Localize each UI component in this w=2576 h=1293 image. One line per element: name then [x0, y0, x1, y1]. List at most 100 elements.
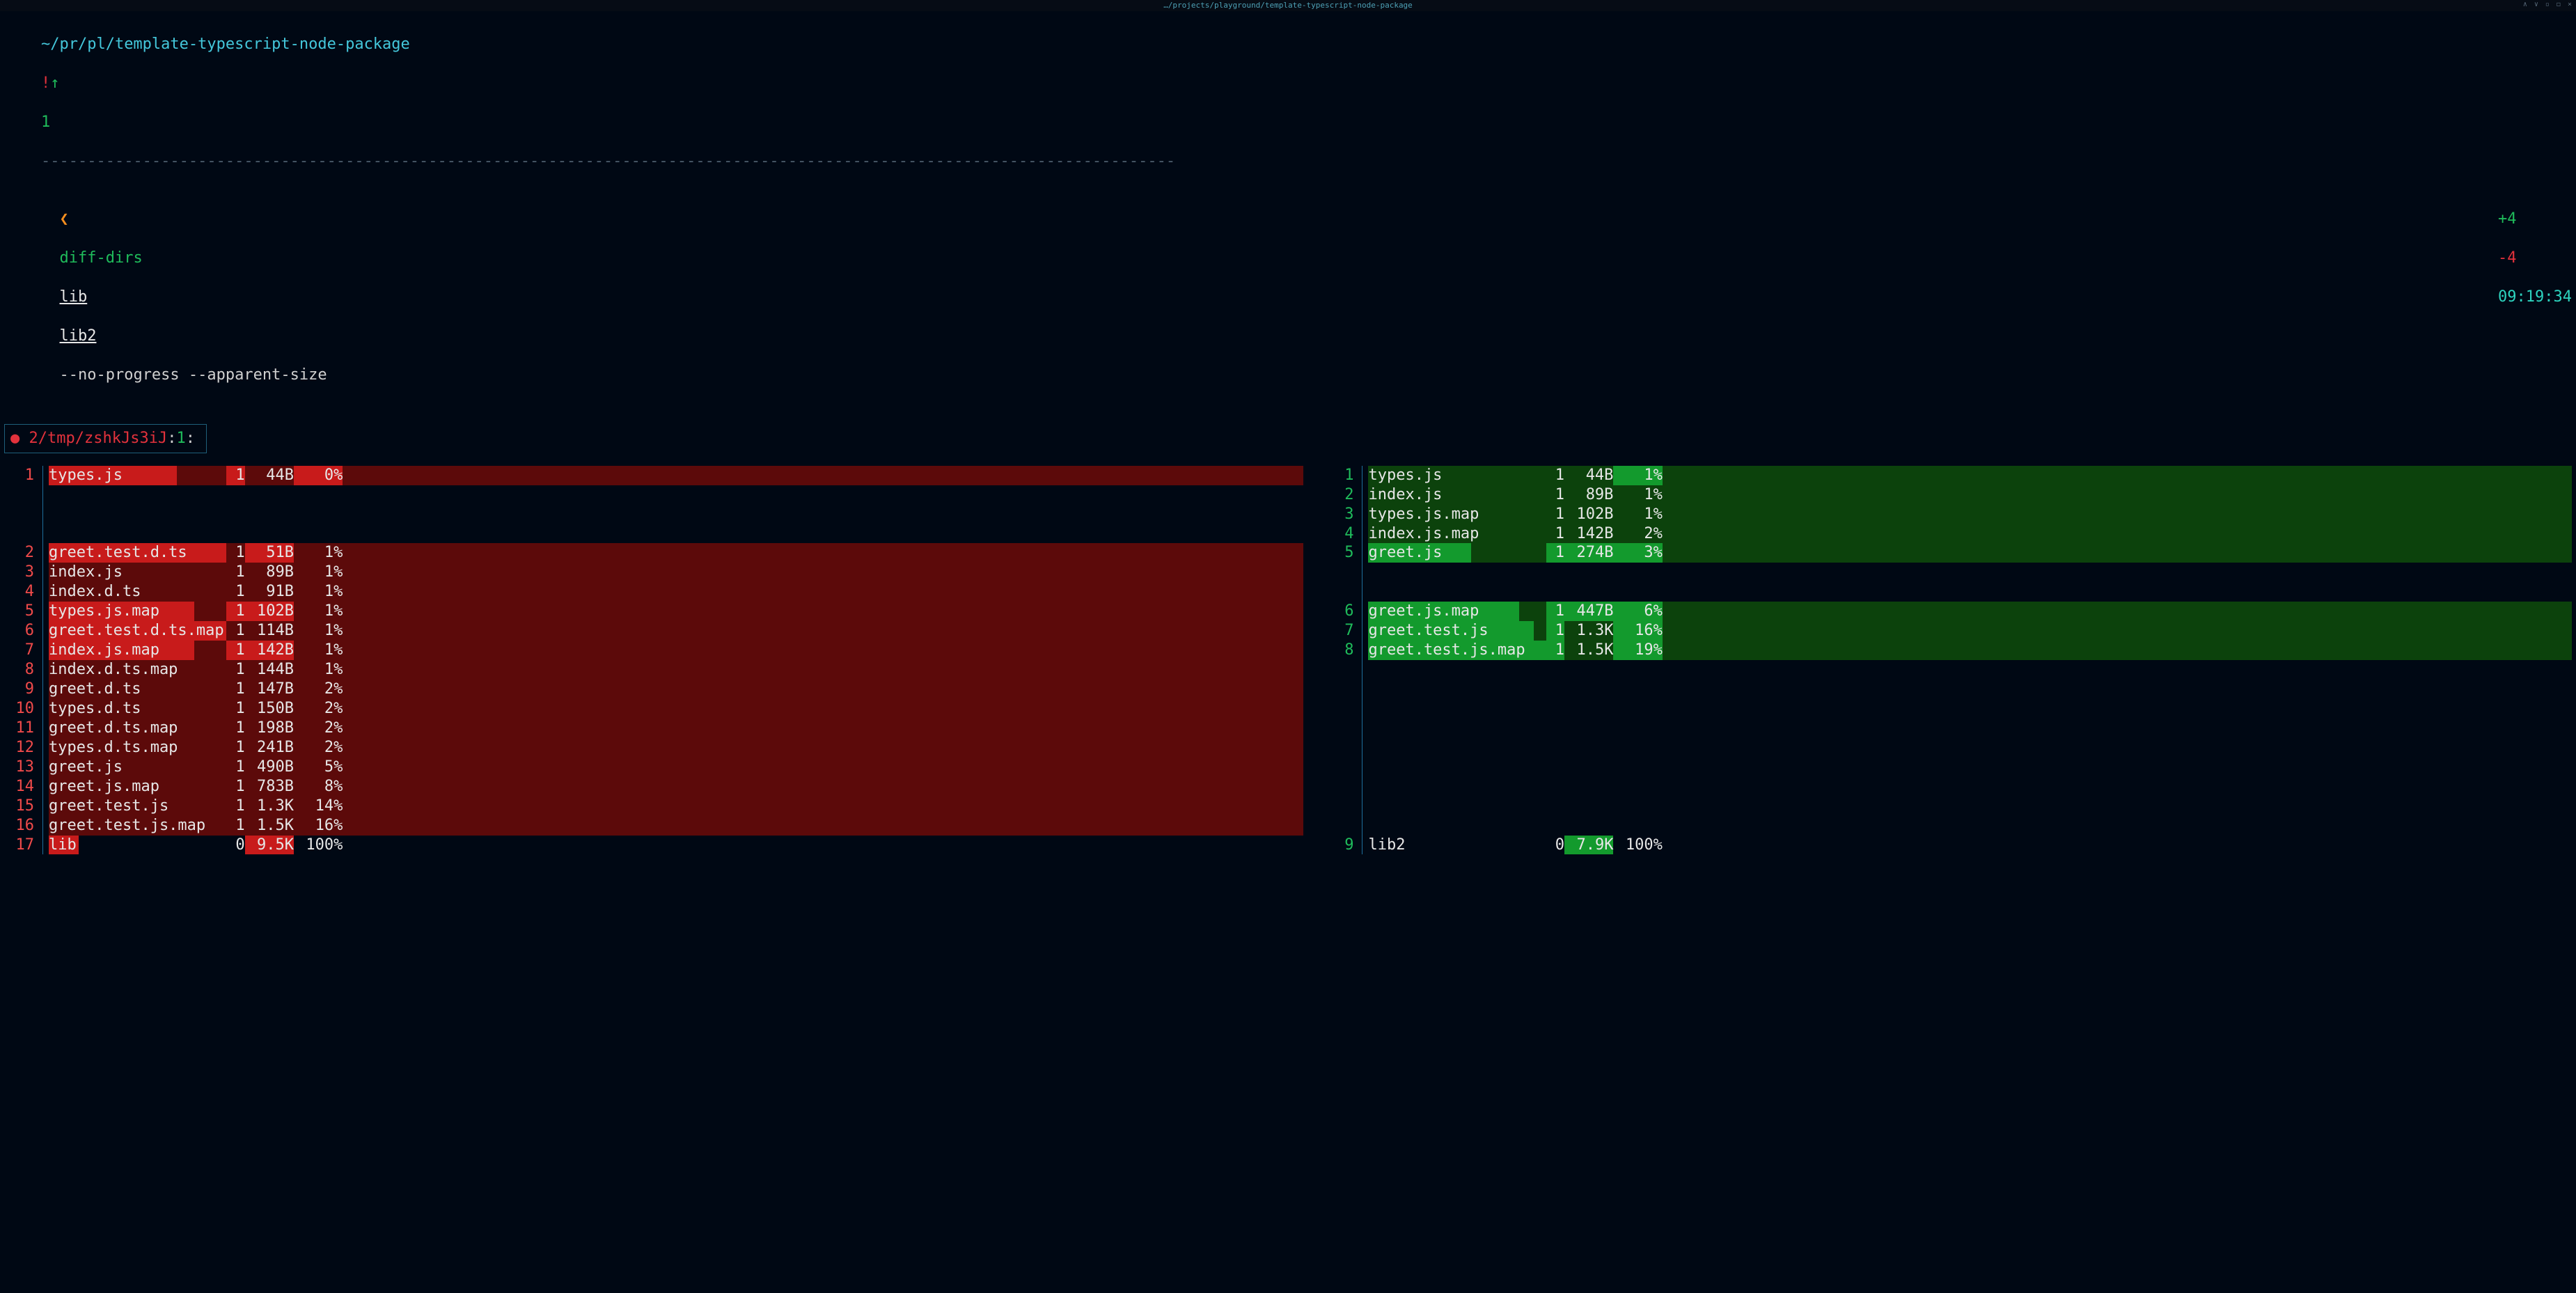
line-number: 16: [4, 816, 34, 836]
file-percent: 1%: [1613, 485, 1662, 505]
file-row[interactable]: index.js.map1 142B 1%: [49, 641, 1303, 660]
file-size: 91B: [245, 582, 294, 602]
diff-pane-right[interactable]: 123456789 types.js1 44B 1%index.js1 89B …: [1324, 466, 2572, 855]
file-count: 1: [226, 816, 244, 836]
file-count: 1: [1546, 641, 1564, 660]
line-number: 4: [1324, 524, 1353, 544]
diff-panes: 1234567891011121314151617 types.js1 44B …: [4, 466, 2572, 855]
file-row[interactable]: types.js.map1 102B 1%: [49, 602, 1303, 621]
blank-row: [1368, 777, 2572, 797]
line-number: 12: [4, 738, 34, 758]
blank-row: [1368, 680, 2572, 699]
file-percent: 0%: [294, 466, 343, 485]
file-size: 102B: [1564, 505, 1613, 524]
file-row[interactable]: lib0 9.5K 100%: [49, 836, 1303, 855]
status-count: 2: [29, 430, 38, 447]
file-percent: 2%: [294, 699, 343, 719]
status-line-no: 1: [176, 430, 185, 447]
file-percent: 16%: [294, 816, 343, 836]
file-count: 1: [226, 563, 244, 582]
file-count: 1: [1546, 485, 1564, 505]
file-name: greet.js: [1368, 544, 1442, 561]
line-number: 4: [4, 582, 34, 602]
file-percent: 1%: [1613, 466, 1662, 485]
file-row[interactable]: greet.test.js1 1.3K 14%: [49, 797, 1303, 816]
git-dirty-icon: !: [41, 75, 50, 92]
line-number: [1324, 797, 1353, 816]
line-number: [1324, 816, 1353, 836]
file-count: 1: [1546, 505, 1564, 524]
file-name: index.js.map: [1368, 525, 1479, 542]
line-number: [1324, 699, 1353, 719]
command-name: diff-dirs: [59, 249, 142, 267]
file-row[interactable]: greet.test.d.ts1 51B 1%: [49, 543, 1303, 563]
prompt-dashfill: ----------------------------------------…: [41, 152, 1175, 170]
file-name: lib2: [1368, 836, 1405, 854]
diff-plus: +4: [2498, 210, 2517, 228]
file-count: 1: [226, 777, 244, 797]
file-percent: 2%: [1613, 524, 1662, 544]
line-number: [4, 485, 34, 505]
file-row[interactable]: lib20 7.9K 100%: [1368, 836, 2572, 855]
line-number: 5: [1324, 543, 1353, 563]
file-row[interactable]: index.js1 89B 1%: [49, 563, 1303, 582]
file-row[interactable]: index.js1 89B 1%: [1368, 485, 2572, 505]
file-count: 1: [226, 602, 244, 621]
file-row[interactable]: index.d.ts1 91B 1%: [49, 582, 1303, 602]
file-row[interactable]: types.js.map 1 102B 1%: [1368, 505, 2572, 524]
file-count: 1: [226, 582, 244, 602]
file-name: index.js: [1368, 486, 1442, 503]
line-number: 1: [4, 466, 34, 485]
file-count: 1: [226, 797, 244, 816]
file-row[interactable]: greet.js.map1 447B 6%: [1368, 602, 2572, 621]
blank-row: [1368, 563, 2572, 582]
file-count: 1: [1546, 621, 1564, 641]
diff-pane-left[interactable]: 1234567891011121314151617 types.js1 44B …: [4, 466, 1303, 855]
file-row[interactable]: greet.test.js.map1 1.5K 16%: [49, 816, 1303, 836]
file-row[interactable]: greet.js1 274B 3%: [1368, 543, 2572, 563]
file-size: 7.9K: [1564, 836, 1613, 855]
file-percent: 1%: [294, 602, 343, 621]
file-row[interactable]: index.js.map1 142B 2%: [1368, 524, 2572, 544]
file-name: greet.test.js: [49, 797, 168, 815]
file-name: types.js.map: [49, 602, 159, 620]
status-box: ● 2/tmp/zshkJs3iJ:1:: [4, 424, 207, 453]
file-count: 1: [1546, 524, 1564, 544]
file-row[interactable]: greet.d.ts.map1 198B 2%: [49, 719, 1303, 738]
file-percent: 19%: [1613, 641, 1662, 660]
line-number: [4, 505, 34, 524]
file-name: greet.test.js.map: [1368, 641, 1525, 659]
line-number: 5: [4, 602, 34, 621]
command-line[interactable]: ❮ diff-dirs lib lib2 --no-progress --app…: [4, 190, 2572, 404]
file-size: 490B: [245, 758, 294, 777]
file-name: greet.test.js: [1368, 622, 1488, 639]
file-size: 9.5K: [245, 836, 294, 855]
file-row[interactable]: greet.d.ts1 147B 2%: [49, 680, 1303, 699]
file-row[interactable]: types.d.ts1 150B 2%: [49, 699, 1303, 719]
git-ahead-icon: ↑: [50, 75, 59, 92]
file-name: index.d.ts.map: [49, 661, 178, 678]
file-row[interactable]: greet.js1 490B 5%: [49, 758, 1303, 777]
file-row[interactable]: greet.test.d.ts.map1 114B 1%: [49, 621, 1303, 641]
file-name: types.d.ts: [49, 700, 141, 717]
file-name: greet.js: [49, 758, 123, 776]
file-row[interactable]: index.d.ts.map1 144B 1%: [49, 660, 1303, 680]
file-percent: 1%: [294, 582, 343, 602]
line-number: 8: [4, 660, 34, 680]
file-count: 1: [1546, 466, 1564, 485]
file-size: 147B: [245, 680, 294, 699]
window-controls[interactable]: ∧ ∨ ▫ ◻ ×: [2523, 1, 2573, 10]
gutter-left: 1234567891011121314151617: [4, 466, 43, 855]
file-name: greet.d.ts.map: [49, 719, 178, 737]
file-row[interactable]: greet.js.map1 783B 8%: [49, 777, 1303, 797]
file-size: 114B: [245, 621, 294, 641]
file-row[interactable]: greet.test.js1 1.3K 16%: [1368, 621, 2572, 641]
file-percent: 1%: [1613, 505, 1662, 524]
file-row[interactable]: types.js1 44B 1%: [1368, 466, 2572, 485]
line-number: 6: [4, 621, 34, 641]
file-row[interactable]: greet.test.js.map1 1.5K 19%: [1368, 641, 2572, 660]
file-row[interactable]: types.js1 44B 0%: [49, 466, 1303, 485]
file-row[interactable]: types.d.ts.map1 241B 2%: [49, 738, 1303, 758]
file-percent: 100%: [294, 836, 343, 855]
file-name: types.js.map: [1368, 506, 1479, 523]
